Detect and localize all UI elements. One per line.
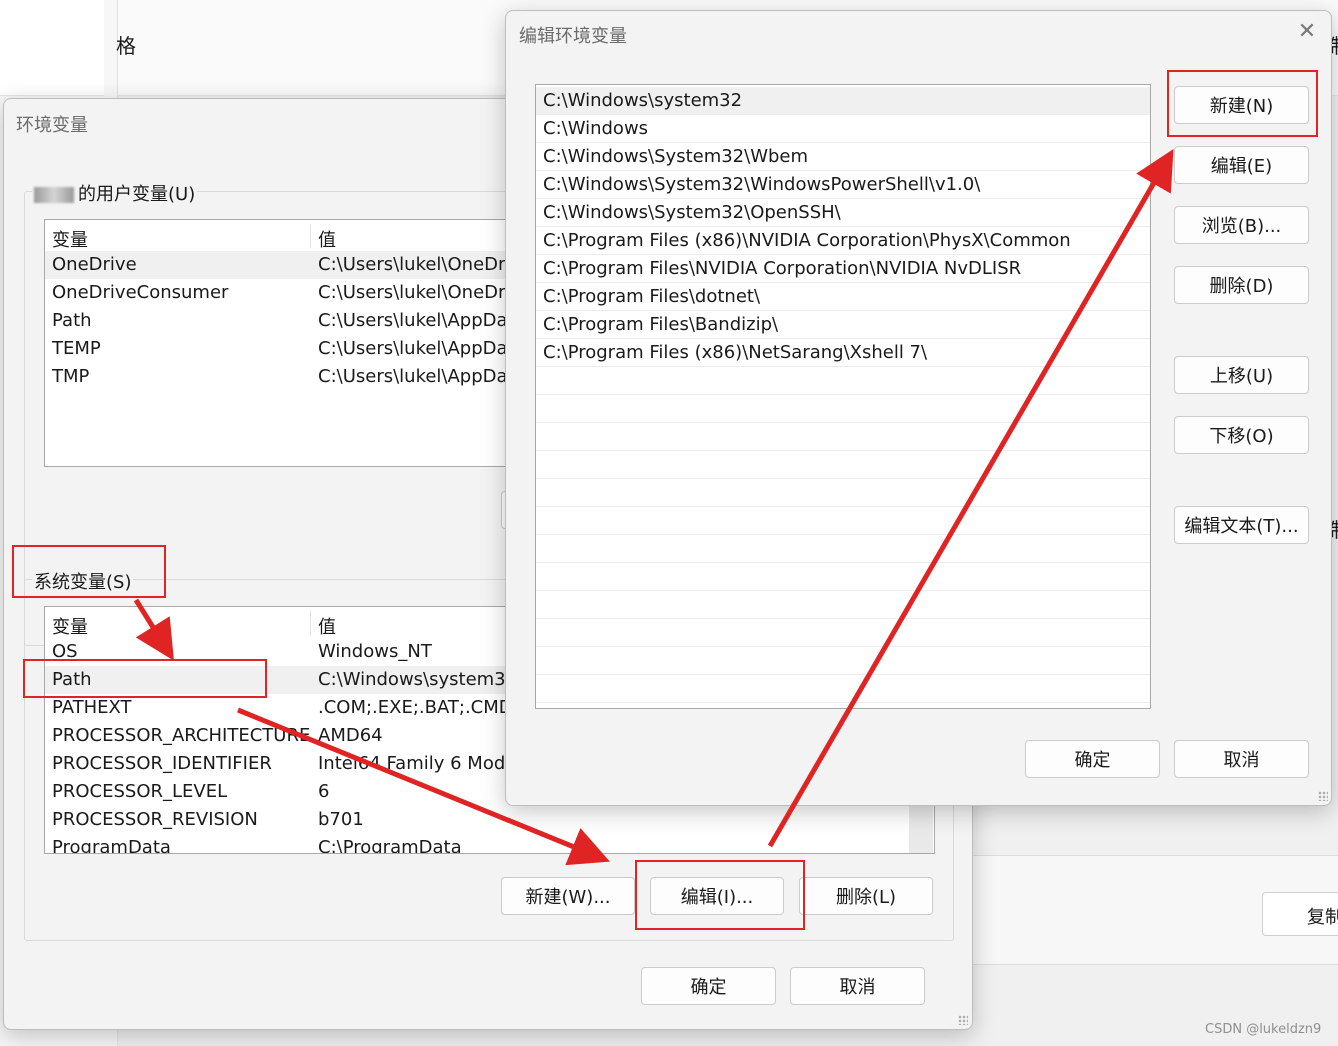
annotation-box-edit-button (635, 860, 805, 930)
var-name: ProgramData (52, 837, 171, 854)
var-name: PROCESSOR_REVISION (52, 809, 258, 830)
var-value: C:\Users\lukel\AppData (318, 310, 526, 331)
system-delete-button[interactable]: 删除(L) (799, 877, 933, 915)
empty-list-item[interactable] (536, 451, 1150, 479)
empty-list-item[interactable] (536, 647, 1150, 675)
column-header-value[interactable]: 值 (318, 226, 336, 252)
empty-list-item[interactable] (536, 423, 1150, 451)
empty-list-item[interactable] (536, 535, 1150, 563)
column-divider[interactable] (310, 224, 311, 248)
column-header-name[interactable]: 变量 (52, 613, 88, 639)
list-item[interactable]: C:\Windows\System32\Wbem (536, 143, 1150, 171)
dialog-title: 编辑环境变量 (519, 26, 627, 47)
list-item[interactable]: C:\Windows\System32\OpenSSH\ (536, 199, 1150, 227)
list-item[interactable]: C:\Windows\System32\WindowsPowerShell\v1… (536, 171, 1150, 199)
list-item[interactable]: C:\Program Files (x86)\NetSarang\Xshell … (536, 339, 1150, 367)
list-item[interactable]: C:\Windows\system32 (536, 87, 1150, 115)
list-item[interactable]: C:\Program Files\Bandizip\ (536, 311, 1150, 339)
table-row[interactable]: PROCESSOR_REVISION b701 (45, 806, 934, 834)
blurred-username (34, 187, 74, 203)
annotation-box-new-button (1167, 70, 1318, 137)
var-name: PROCESSOR_LEVEL (52, 781, 228, 802)
var-value: AMD64 (318, 725, 383, 746)
empty-list-item[interactable] (536, 395, 1150, 423)
empty-list-item[interactable] (536, 675, 1150, 703)
resize-grip-icon[interactable] (1318, 791, 1328, 801)
annotation-box-system-variables (12, 545, 166, 598)
var-name: OneDriveConsumer (52, 282, 229, 303)
empty-list-item[interactable] (536, 591, 1150, 619)
var-value: Intel64 Family 6 Model (318, 753, 522, 774)
list-item[interactable]: C:\Program Files (x86)\NVIDIA Corporatio… (536, 227, 1150, 255)
var-value: C:\Users\lukel\OneDrive (318, 254, 533, 275)
annotation-box-path-row (23, 659, 267, 698)
empty-list-item[interactable] (536, 619, 1150, 647)
cancel-button[interactable]: 取消 (1174, 740, 1309, 778)
background-text-fragment: 格 (116, 34, 136, 58)
empty-list-item[interactable] (536, 479, 1150, 507)
var-value: C:\Users\lukel\AppData (318, 366, 526, 387)
edit-button[interactable]: 编辑(E) (1174, 146, 1309, 184)
edit-text-button[interactable]: 编辑文本(T)... (1174, 506, 1309, 544)
ok-button[interactable]: 确定 (1025, 740, 1160, 778)
column-divider[interactable] (310, 611, 311, 635)
var-name: TMP (52, 366, 90, 387)
var-name: Path (52, 310, 92, 331)
path-entries-list[interactable]: C:\Windows\system32 C:\Windows C:\Window… (535, 84, 1151, 709)
cancel-button[interactable]: 取消 (790, 967, 925, 1005)
delete-button[interactable]: 删除(D) (1174, 266, 1309, 304)
list-item[interactable]: C:\Program Files\NVIDIA Corporation\NVID… (536, 255, 1150, 283)
move-down-button[interactable]: 下移(O) (1174, 416, 1309, 454)
list-item[interactable]: C:\Windows (536, 115, 1150, 143)
resize-grip-icon[interactable] (958, 1015, 968, 1025)
var-name: PROCESSOR_IDENTIFIER (52, 753, 272, 774)
watermark: CSDN @lukeldzn9 (1205, 1022, 1322, 1037)
var-value: C:\Users\lukel\AppData (318, 338, 526, 359)
empty-list-item[interactable] (536, 507, 1150, 535)
var-value: .COM;.EXE;.BAT;.CMD; (318, 697, 519, 718)
var-value: C:\ProgramData (318, 837, 462, 854)
empty-list-item[interactable] (536, 367, 1150, 395)
column-header-value[interactable]: 值 (318, 613, 336, 639)
background-sidebar-top (0, 0, 104, 96)
close-icon[interactable]: ✕ (1296, 21, 1318, 43)
var-name: PROCESSOR_ARCHITECTURE (52, 725, 311, 746)
var-value: C:\Windows\system32 (318, 669, 518, 690)
system-new-button[interactable]: 新建(W)... (501, 877, 635, 915)
var-name: PATHEXT (52, 697, 132, 718)
ok-button[interactable]: 确定 (641, 967, 776, 1005)
var-name: OneDrive (52, 254, 137, 275)
var-value: 6 (318, 781, 330, 802)
var-value: Windows_NT (318, 641, 432, 662)
browse-button[interactable]: 浏览(B)... (1174, 206, 1309, 244)
empty-list-item[interactable] (536, 563, 1150, 591)
move-up-button[interactable]: 上移(U) (1174, 356, 1309, 394)
list-item[interactable]: C:\Program Files\dotnet\ (536, 283, 1150, 311)
background-copy-button[interactable]: 复制 (1262, 892, 1338, 936)
dialog-title: 环境变量 (16, 115, 88, 136)
user-variables-label: 的用户变量(U) (32, 180, 198, 206)
var-value: b701 (318, 809, 364, 830)
table-row[interactable]: ProgramData C:\ProgramData (45, 834, 934, 854)
var-value: C:\Users\lukel\OneDrive (318, 282, 533, 303)
var-name: TEMP (52, 338, 101, 359)
column-header-name[interactable]: 变量 (52, 226, 88, 252)
